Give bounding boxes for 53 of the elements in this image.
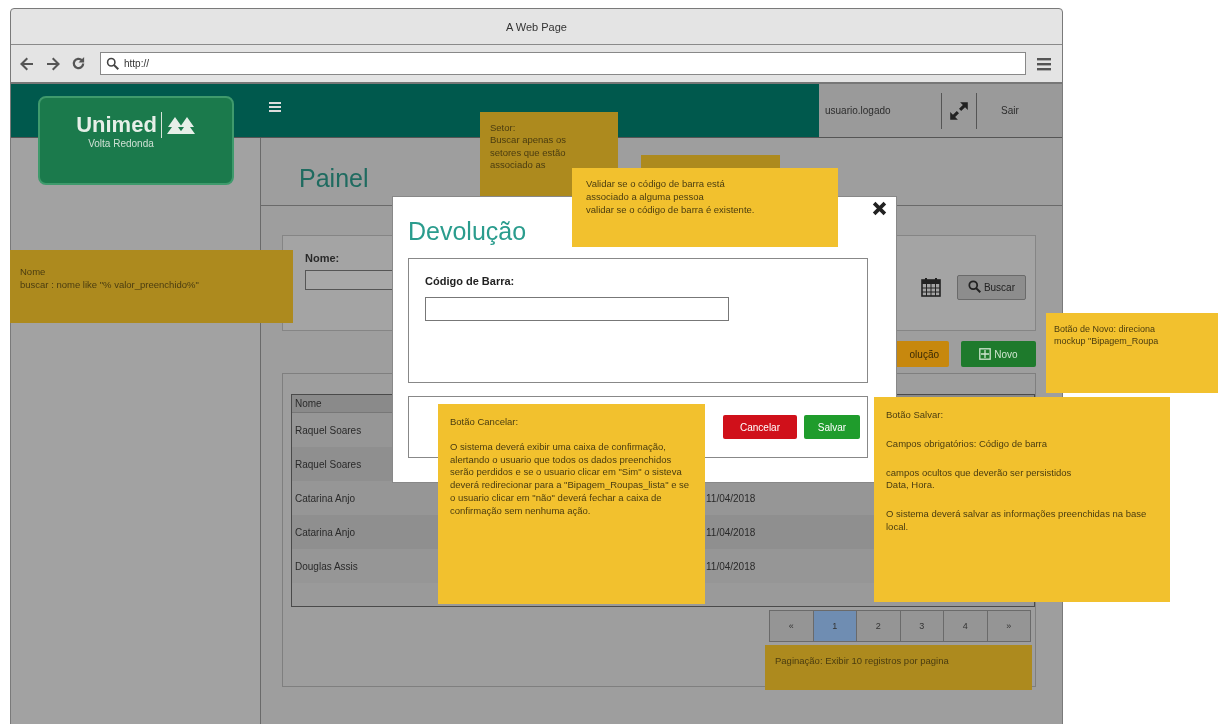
search-icon [106, 56, 120, 71]
menu-icon[interactable] [1036, 55, 1052, 72]
page-button[interactable]: » [986, 610, 1031, 642]
page-button[interactable]: 1 [812, 610, 857, 642]
page-button[interactable]: « [769, 610, 814, 642]
page-title: Painel [299, 164, 369, 193]
menu-icon[interactable] [269, 102, 281, 112]
cancel-button[interactable]: Cancelar [723, 415, 797, 439]
table-cell: 11/04/2018 [706, 492, 756, 504]
dialog-title: Devolução [408, 217, 527, 246]
new-button[interactable]: Novo [961, 341, 1036, 367]
field-label: Código de Barra: [425, 275, 516, 287]
note-text: O sistema deverá exibir uma caixa de confirmação, alertando o usuario que todos os dados preenchidos serão perdidos e se o usuario clicar em "Sim" o sisteva deverá redirecionar para a "Bipagem_Roupas_lista" e se o usuario clicar em "não" deverá fechar a caixa de confirmação sem nenhuma ação. [450, 440, 691, 518]
search-icon [967, 280, 982, 294]
barcode-field[interactable] [425, 297, 729, 321]
search-button[interactable]: Buscar [956, 274, 1026, 300]
table-cell: Raquel Soares [295, 424, 362, 436]
expand-icon[interactable] [948, 99, 970, 122]
table-cell: Raquel Soares [295, 458, 362, 470]
note-text: Campos obrigatórios: Código de barra [886, 437, 1049, 451]
reload-icon[interactable] [71, 56, 86, 71]
note-text: Botão Salvar: [886, 409, 945, 422]
note-text: Botão de Novo: direciona mockup "Bipagem_Roupa [1054, 323, 1160, 348]
table-cell: 11/04/2018 [706, 526, 756, 538]
page-button[interactable]: 3 [899, 610, 944, 642]
note-text: Botão Cancelar: [450, 416, 520, 429]
column-header: Nome [295, 398, 322, 409]
logo-text: Unimed [76, 112, 162, 138]
page-button[interactable]: 4 [943, 610, 988, 642]
save-button[interactable]: Salvar [804, 415, 860, 439]
note-text: Validar se o código de barra está associado a alguma pessoa validar se o código de barra é existente. [586, 178, 756, 217]
address-field[interactable]: http:// [100, 52, 1026, 75]
table-cell: Douglas Assis [295, 560, 358, 572]
field-label: Nome: [305, 252, 341, 264]
note-text: Setor: Buscar apenas os setores que estão associado as [490, 122, 568, 172]
forward-icon[interactable] [45, 55, 61, 72]
note-text: campos ocultos que deverão ser persistidos Data, Hora. [886, 466, 1073, 493]
table-cell: 11/04/2018 [706, 560, 756, 572]
note-text: Nome buscar : nome like "% valor_preenchido%" [20, 266, 200, 292]
logout-link[interactable]: Sair [1001, 105, 1019, 116]
window-title: A Web Page [506, 20, 567, 33]
table-cell: Catarina Anjo [295, 526, 356, 538]
plus-box-icon [979, 348, 992, 360]
user-name: usuario.logado [825, 105, 892, 116]
back-icon[interactable] [19, 55, 35, 72]
note-text: Paginação: Exibir 10 registros por pagina [775, 655, 950, 668]
logo-subtitle: Volta Redonda [88, 138, 154, 149]
calendar-icon[interactable] [920, 277, 941, 297]
close-icon[interactable] [872, 201, 887, 216]
page-button[interactable]: 2 [856, 610, 901, 642]
note-text: O sistema deverá salvar as informações preenchidas na base local. [886, 508, 1148, 534]
url-text: http:// [124, 58, 149, 69]
table-cell: Catarina Anjo [295, 492, 356, 504]
